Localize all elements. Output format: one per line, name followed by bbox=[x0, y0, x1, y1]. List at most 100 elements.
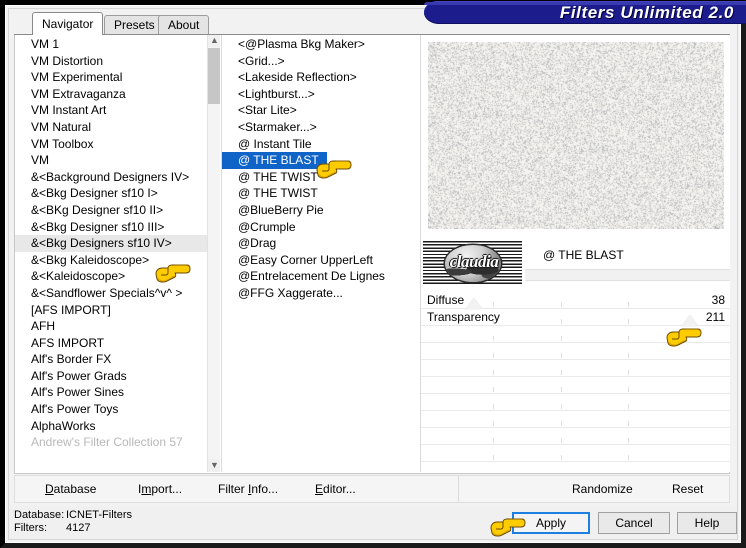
effect-list-item[interactable]: <@Plasma Bkg Maker> bbox=[222, 36, 417, 53]
category-list-item[interactable]: Alf's Border FX bbox=[15, 351, 220, 368]
effect-list-item[interactable]: <Lightburst...> bbox=[222, 86, 417, 103]
list-item[interactable]: @Entrelacement De Lignes bbox=[222, 268, 417, 285]
effect-list-item[interactable]: <Grid...> bbox=[222, 53, 417, 70]
filter-preview-image[interactable] bbox=[428, 42, 724, 229]
list-item[interactable]: Andrew's Filter Collection 57 bbox=[15, 434, 220, 451]
list-item[interactable]: Alf's Power Toys bbox=[15, 401, 220, 418]
list-item[interactable]: @ THE TWIST bbox=[222, 169, 417, 186]
list-item[interactable]: @FFG Xaggerate... bbox=[222, 285, 417, 302]
list-item[interactable]: <Starmaker...> bbox=[222, 119, 417, 136]
category-list-item[interactable]: &<Sandflower Specials^v^ > bbox=[15, 285, 220, 302]
category-list-item[interactable]: VM Toolbox bbox=[15, 136, 220, 153]
category-list-item[interactable]: VM bbox=[15, 152, 220, 169]
slider-thumb[interactable] bbox=[465, 298, 482, 309]
list-item[interactable]: AFH bbox=[15, 318, 220, 335]
category-list-item[interactable]: [AFS IMPORT] bbox=[15, 302, 220, 319]
effect-list-item-selected[interactable]: @ THE BLAST bbox=[222, 152, 327, 169]
apply-button[interactable]: Apply bbox=[512, 512, 590, 534]
category-list-item[interactable]: AFH bbox=[15, 318, 220, 335]
list-item[interactable]: VM bbox=[15, 152, 220, 169]
list-item[interactable]: VM Toolbox bbox=[15, 136, 220, 153]
category-list-item[interactable]: Alf's Power Toys bbox=[15, 401, 220, 418]
list-item[interactable]: &<Bkg Kaleidoscope> bbox=[15, 252, 220, 269]
list-item[interactable]: VM Extravaganza bbox=[15, 86, 220, 103]
effect-list-item[interactable]: @ Instant Tile bbox=[222, 136, 417, 153]
list-item[interactable]: <Lightburst...> bbox=[222, 86, 417, 103]
scroll-down-icon[interactable]: ▼ bbox=[208, 459, 220, 472]
effect-list-item[interactable]: <Starmaker...> bbox=[222, 119, 417, 136]
category-list-item[interactable]: AlphaWorks bbox=[15, 418, 220, 435]
tab-presets[interactable]: Presets bbox=[104, 15, 165, 34]
category-list-item[interactable]: VM Distortion bbox=[15, 53, 220, 70]
category-list-item[interactable]: &<Bkg Designer sf10 III> bbox=[15, 219, 220, 236]
list-item[interactable]: @BlueBerry Pie bbox=[222, 202, 417, 219]
effect-list-item[interactable]: @FFG Xaggerate... bbox=[222, 285, 417, 302]
list-item[interactable]: &<Bkg Designers sf10 IV> bbox=[15, 235, 220, 252]
help-button[interactable]: Help bbox=[677, 512, 737, 534]
category-list-item[interactable]: VM Extravaganza bbox=[15, 86, 220, 103]
category-list-item[interactable]: VM Experimental bbox=[15, 69, 220, 86]
toolbar-randomize-button[interactable]: Randomize bbox=[572, 476, 633, 502]
category-list-item[interactable]: &<Kaleidoscope> bbox=[15, 268, 220, 285]
effect-list-item[interactable]: @BlueBerry Pie bbox=[222, 202, 417, 219]
effect-list-panel[interactable]: <@Plasma Bkg Maker> <Grid...> <Lakeside Re… bbox=[221, 34, 417, 472]
list-item[interactable]: &<Bkg Designer sf10 III> bbox=[15, 219, 220, 236]
list-item[interactable]: &<Bkg Designer sf10 I> bbox=[15, 185, 220, 202]
category-list-scrollbar[interactable]: ▲ ▼ bbox=[207, 34, 220, 472]
list-item[interactable]: <Grid...> bbox=[222, 53, 417, 70]
list-item[interactable]: @ Instant Tile bbox=[222, 136, 417, 153]
category-list-item[interactable]: &<BKg Designer sf10 II> bbox=[15, 202, 220, 219]
effect-list-item[interactable]: @ THE TWIST bbox=[222, 185, 417, 202]
cancel-button[interactable]: Cancel bbox=[598, 512, 670, 534]
list-item[interactable]: @Easy Corner UpperLeft bbox=[222, 252, 417, 269]
effect-list-item[interactable]: @ THE TWIST bbox=[222, 169, 417, 186]
toolbar-filter-info-button[interactable]: Filter Info... bbox=[218, 476, 278, 502]
effect-list-item[interactable]: @Crumple bbox=[222, 219, 417, 236]
category-list-item[interactable]: VM Instant Art bbox=[15, 102, 220, 119]
list-item[interactable]: Alf's Border FX bbox=[15, 351, 220, 368]
list-item[interactable]: <Star Lite> bbox=[222, 102, 417, 119]
list-item[interactable]: &<Sandflower Specials^v^ > bbox=[15, 285, 220, 302]
effect-list-item[interactable]: <Lakeside Reflection> bbox=[222, 69, 417, 86]
category-list-item[interactable]: &<Bkg Designer sf10 I> bbox=[15, 185, 220, 202]
list-item[interactable]: <@Plasma Bkg Maker> bbox=[222, 36, 417, 53]
toolbar-import-button[interactable]: Import... bbox=[138, 476, 182, 502]
list-item[interactable]: [AFS IMPORT] bbox=[15, 302, 220, 319]
effect-list-item[interactable]: @Entrelacement De Lignes bbox=[222, 268, 417, 285]
list-item[interactable]: VM Natural bbox=[15, 119, 220, 136]
list-item[interactable]: VM 1 bbox=[15, 36, 220, 53]
category-list-item[interactable]: AFS IMPORT bbox=[15, 335, 220, 352]
list-item[interactable]: Alf's Power Grads bbox=[15, 368, 220, 385]
list-item[interactable]: @Crumple bbox=[222, 219, 417, 236]
tab-navigator[interactable]: Navigator bbox=[32, 12, 104, 35]
effect-list-item[interactable]: @Easy Corner UpperLeft bbox=[222, 252, 417, 269]
list-item[interactable]: @Drag bbox=[222, 235, 417, 252]
category-list-panel[interactable]: VM 1 VM Distortion VM Experimental VM Extra… bbox=[15, 34, 220, 472]
list-item[interactable]: Alf's Power Sines bbox=[15, 384, 220, 401]
slider-thumb[interactable] bbox=[681, 315, 698, 326]
list-item[interactable]: <Lakeside Reflection> bbox=[222, 69, 417, 86]
parameter-slider-row[interactable]: Diffuse 38 bbox=[421, 292, 730, 309]
toolbar-reset-button[interactable]: Reset bbox=[672, 476, 703, 502]
list-item[interactable]: AlphaWorks bbox=[15, 418, 220, 435]
category-list-item[interactable]: VM 1 bbox=[15, 36, 220, 53]
category-list-item[interactable]: VM Natural bbox=[15, 119, 220, 136]
list-item[interactable]: &<Background Designers IV> bbox=[15, 169, 220, 186]
category-list-item[interactable]: Alf's Power Grads bbox=[15, 368, 220, 385]
effect-list-item[interactable]: <Star Lite> bbox=[222, 102, 417, 119]
list-item[interactable]: @ THE TWIST bbox=[222, 185, 417, 202]
category-list-item[interactable]: Alf's Power Sines bbox=[15, 384, 220, 401]
parameter-slider-row[interactable]: Transparency 211 bbox=[421, 309, 730, 326]
scroll-up-icon[interactable]: ▲ bbox=[208, 34, 220, 47]
tab-about[interactable]: About bbox=[158, 15, 210, 34]
list-item[interactable]: &<BKg Designer sf10 II> bbox=[15, 202, 220, 219]
list-item[interactable]: VM Experimental bbox=[15, 69, 220, 86]
category-list-item[interactable]: &<Background Designers IV> bbox=[15, 169, 220, 186]
list-item[interactable]: VM Distortion bbox=[15, 53, 220, 70]
toolbar-database-button[interactable]: Database bbox=[45, 476, 96, 502]
category-list-item[interactable]: &<Bkg Kaleidoscope> bbox=[15, 252, 220, 269]
toolbar-editor-button[interactable]: Editor... bbox=[315, 476, 356, 502]
list-item[interactable]: AFS IMPORT bbox=[15, 335, 220, 352]
effect-list-item[interactable]: @Drag bbox=[222, 235, 417, 252]
list-item[interactable]: @ THE BLAST bbox=[222, 152, 417, 169]
